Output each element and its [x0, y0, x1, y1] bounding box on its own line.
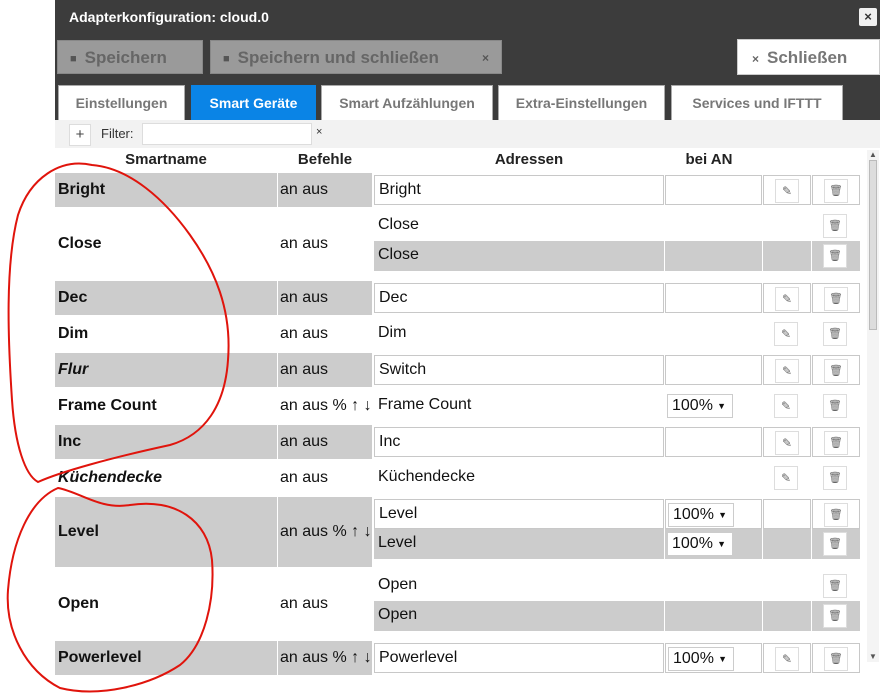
annotation-circle-bottom	[6, 486, 214, 693]
annotation-circle-top	[7, 162, 230, 484]
red-annotation-circles	[6, 162, 230, 693]
